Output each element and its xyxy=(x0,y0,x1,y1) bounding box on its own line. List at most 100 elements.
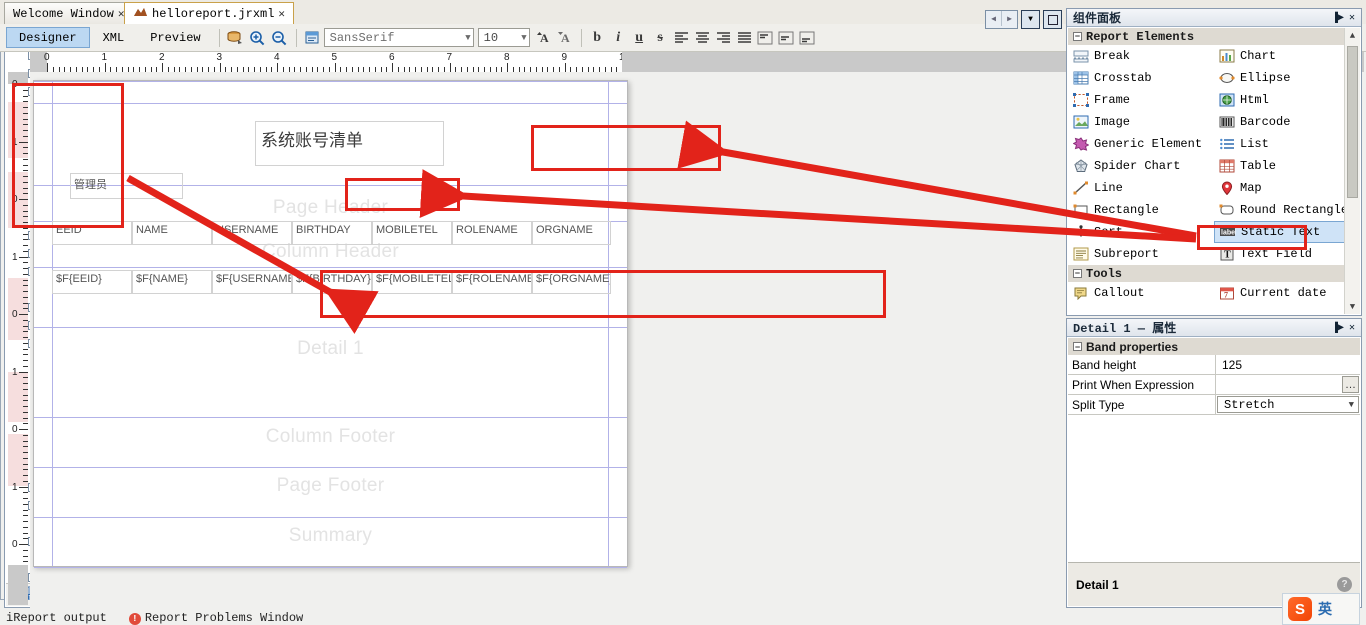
palette-item-rectangle[interactable]: Rectangle xyxy=(1068,199,1214,221)
palette-list[interactable]: − Report Elements Break Chart Crosstab Ellips… xyxy=(1068,28,1360,314)
valign-bottom-icon[interactable] xyxy=(797,27,818,48)
close-icon[interactable]: ✕ xyxy=(1345,11,1359,25)
collapse-icon[interactable]: − xyxy=(1073,269,1082,278)
italic-button[interactable]: i xyxy=(608,27,629,48)
column-header-cell[interactable]: BIRTHDAY xyxy=(292,221,372,245)
zoom-out-icon[interactable] xyxy=(269,27,291,48)
palette-item-html[interactable]: Html xyxy=(1214,89,1360,111)
palette-item-spider-chart[interactable]: Spider Chart xyxy=(1068,155,1214,177)
palette-item-static-text[interactable]: label Static Text xyxy=(1214,221,1360,243)
column-header-cell[interactable]: ROLENAME xyxy=(452,221,532,245)
strikethrough-button[interactable]: s xyxy=(650,27,671,48)
palette-item-sort[interactable]: Sort xyxy=(1068,221,1214,243)
palette-item-ellipse[interactable]: Ellipse xyxy=(1214,67,1360,89)
underline-button[interactable]: u xyxy=(629,27,650,48)
palette-item-line[interactable]: Line xyxy=(1068,177,1214,199)
font-family-select[interactable]: SansSerif ▼ xyxy=(323,28,474,47)
tab-designer[interactable]: Designer xyxy=(6,27,90,48)
align-left-icon[interactable] xyxy=(671,27,692,48)
pageheader-static-text[interactable]: 管理员 xyxy=(70,173,183,199)
dropdown-icon[interactable]: ▼ xyxy=(1021,10,1040,29)
column-header-cell[interactable]: MOBILETEL xyxy=(372,221,452,245)
collapse-icon[interactable]: − xyxy=(1073,32,1082,41)
palette-item-crosstab[interactable]: Crosstab xyxy=(1068,67,1214,89)
palette-scrollbar[interactable]: ▲ ▼ xyxy=(1344,28,1360,314)
ruler-tick xyxy=(23,480,28,482)
palette-item-generic-element[interactable]: Generic Element xyxy=(1068,133,1214,155)
help-icon[interactable]: ? xyxy=(1337,577,1352,592)
zoom-in-icon[interactable] xyxy=(247,27,269,48)
detail-field-cell[interactable]: $F{ORGNAME} xyxy=(532,270,611,294)
band-properties-group-header[interactable]: − Band properties xyxy=(1068,338,1360,355)
float-panel-icon[interactable]: ▐▶ xyxy=(1331,321,1345,335)
palette-item-list[interactable]: List xyxy=(1214,133,1360,155)
bold-button[interactable]: b xyxy=(587,27,608,48)
detail-field-cell[interactable]: $F{NAME} xyxy=(132,270,212,294)
palette-item-break[interactable]: Break xyxy=(1068,45,1214,67)
status-problems-label: Report Problems Window xyxy=(144,611,304,625)
palette-item-round-rectangle[interactable]: Round Rectangle xyxy=(1214,199,1360,221)
detail-field-cell[interactable]: $F{BIRTHDAY} xyxy=(292,270,372,294)
detail-field-cell[interactable]: $F{EEID} xyxy=(52,270,132,294)
palette-item-chart[interactable]: Chart xyxy=(1214,45,1360,67)
close-icon[interactable]: ✕ xyxy=(1345,321,1359,335)
detail-field-cell[interactable]: $F{ROLENAME} xyxy=(452,270,532,294)
font-size-select[interactable]: 10 ▼ xyxy=(477,28,530,47)
property-value-print-when-expression[interactable]: … xyxy=(1216,375,1360,394)
align-justify-icon[interactable] xyxy=(734,27,755,48)
palette-item-table[interactable]: Table xyxy=(1214,155,1360,177)
ime-indicator[interactable]: S 英 xyxy=(1282,593,1360,625)
valign-middle-icon[interactable] xyxy=(776,27,797,48)
detail-field-cell[interactable]: $F{USERNAME} xyxy=(212,270,292,294)
properties-rows: Band height 125 Print When Expression … Spli… xyxy=(1068,355,1360,415)
column-header-cell[interactable]: NAME xyxy=(132,221,212,245)
palette-item-callout[interactable]: Callout xyxy=(1068,282,1214,304)
report-elements-group-header[interactable]: − Report Elements xyxy=(1068,28,1360,45)
scroll-up-icon[interactable]: ▲ xyxy=(1345,28,1360,43)
align-center-icon[interactable] xyxy=(692,27,713,48)
column-header-cell[interactable]: EEID xyxy=(52,221,132,245)
ruler-tick xyxy=(23,342,28,344)
palette-item-image[interactable]: Image xyxy=(1068,111,1214,133)
dataset-icon[interactable] xyxy=(225,27,247,48)
format-icon[interactable] xyxy=(302,27,324,48)
collapse-icon[interactable]: − xyxy=(1073,342,1082,351)
maximize-icon[interactable] xyxy=(1043,10,1062,29)
tools-group-header[interactable]: − Tools xyxy=(1068,265,1360,282)
tab-preview[interactable]: Preview xyxy=(137,27,213,48)
status-output-label[interactable]: iReport output xyxy=(6,611,107,625)
tab-xml[interactable]: XML xyxy=(90,27,138,48)
title-static-text[interactable]: 系统账号清单 xyxy=(255,121,444,166)
report-page[interactable]: Page Header Column Header Detail 1 Column F… xyxy=(33,80,628,568)
status-problems[interactable]: ! Report Problems Window xyxy=(128,611,304,625)
ruler-tick xyxy=(23,446,28,448)
detail-field-cell[interactable]: $F{MOBILETEL} xyxy=(372,270,452,294)
tab-helloreport-jrxml-close-icon[interactable]: ✕ xyxy=(278,7,285,21)
tab-helloreport-jrxml[interactable]: helloreport.jrxml ✕ xyxy=(124,2,295,24)
scrollbar-thumb[interactable] xyxy=(1347,46,1358,198)
increase-font-icon[interactable]: A xyxy=(534,27,555,48)
align-right-icon[interactable] xyxy=(713,27,734,48)
palette-item-subreport[interactable]: Subreport xyxy=(1068,243,1214,265)
palette-item-map[interactable]: Map xyxy=(1214,177,1360,199)
palette-item-text-field[interactable]: T Text Field xyxy=(1214,243,1360,265)
expression-button[interactable]: … xyxy=(1342,376,1359,393)
ruler-tick xyxy=(19,141,28,143)
next-icon[interactable]: ▶ xyxy=(1001,11,1017,26)
palette-item-current-date[interactable]: 7 Current date xyxy=(1214,282,1360,304)
palette-item-label: Chart xyxy=(1240,49,1277,63)
column-header-cell[interactable]: USERNAME xyxy=(212,221,292,245)
valign-top-icon[interactable] xyxy=(755,27,776,48)
scroll-down-icon[interactable]: ▼ xyxy=(1345,299,1360,314)
decrease-font-icon[interactable]: A xyxy=(555,27,576,48)
property-value-band-height[interactable]: 125 xyxy=(1216,355,1360,374)
property-value-split-type[interactable]: Stretch ▼ xyxy=(1217,396,1359,413)
tab-welcome-window[interactable]: Welcome Window ✕ xyxy=(4,2,134,24)
column-header-cell[interactable]: ORGNAME xyxy=(532,221,611,245)
palette-item-frame[interactable]: Frame xyxy=(1068,89,1214,111)
float-panel-icon[interactable]: ▐▶ xyxy=(1331,11,1345,25)
chevron-down-icon[interactable]: ▼ xyxy=(1349,400,1354,410)
prev-icon[interactable]: ◀ xyxy=(986,11,1001,26)
palette-item-barcode[interactable]: Barcode xyxy=(1214,111,1360,133)
band-label: Page Footer xyxy=(276,475,385,496)
